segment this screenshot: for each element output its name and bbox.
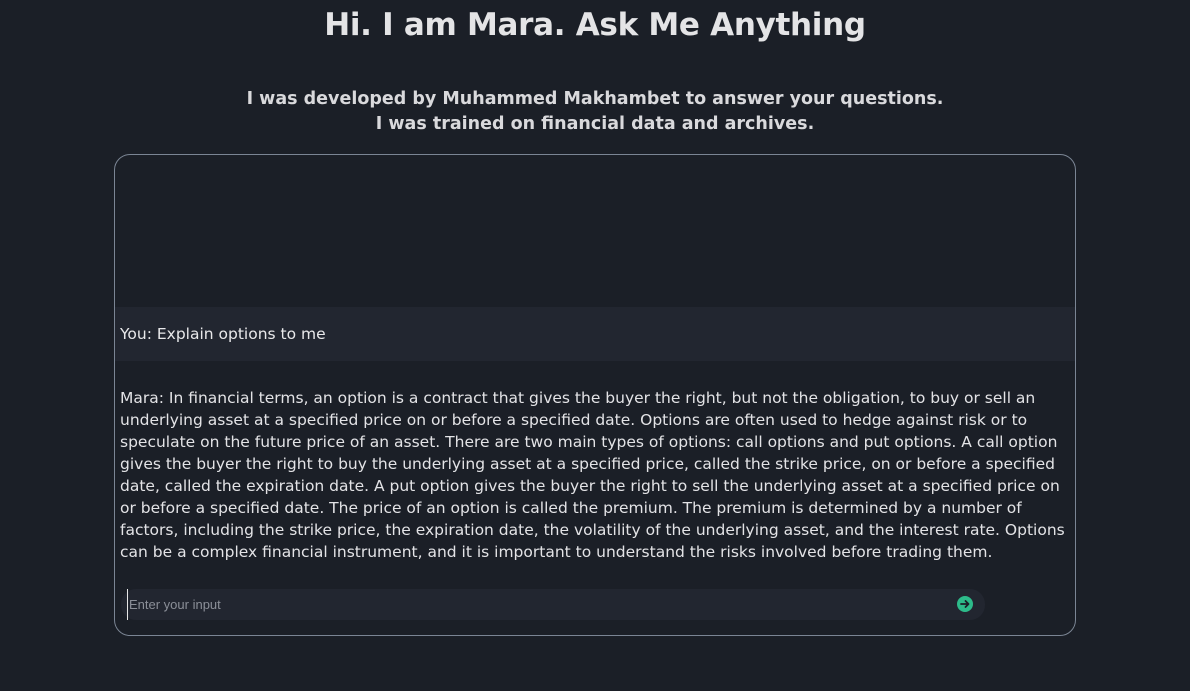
user-message-text: You: Explain options to me	[120, 325, 326, 343]
page: Hi. I am Mara. Ask Me Anything I was dev…	[0, 0, 1190, 691]
arrow-right-icon	[960, 600, 970, 608]
chat-input[interactable]	[127, 589, 949, 620]
subtitle-line-1: I was developed by Muhammed Makhambet to…	[246, 89, 944, 109]
send-button[interactable]	[957, 596, 973, 612]
user-message: You: Explain options to me	[115, 307, 1075, 361]
chat-panel: You: Explain options to me Mara: In fina…	[114, 154, 1076, 636]
page-title: Hi. I am Mara. Ask Me Anything	[324, 7, 866, 43]
bot-message: Mara: In financial terms, an option is a…	[120, 389, 1065, 561]
page-subtitle: I was developed by Muhammed Makhambet to…	[0, 87, 1190, 137]
subtitle-line-2: I was trained on financial data and arch…	[375, 114, 815, 134]
input-row	[121, 589, 985, 620]
